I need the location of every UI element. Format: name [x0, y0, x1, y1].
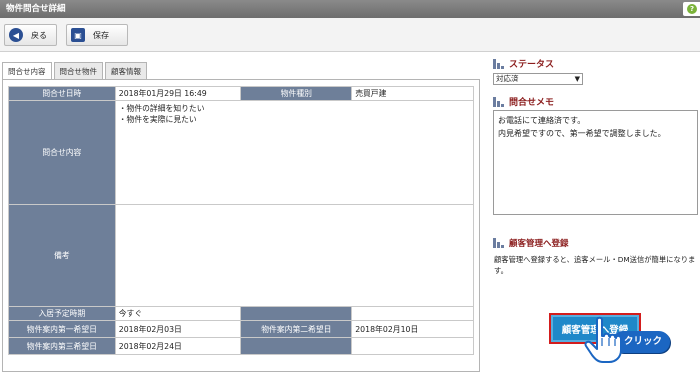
save-button[interactable]: ▣ 保存	[66, 24, 128, 46]
help-button[interactable]: ?	[683, 2, 700, 16]
customer-reg-description: 顧客管理へ登録すると、追客メール・DM送信が簡単になります。	[494, 255, 696, 275]
bar-chart-icon	[493, 96, 505, 107]
toolbar: ◀ 戻る ▣ 保存	[0, 18, 700, 52]
empty-label-cell	[240, 306, 353, 321]
inquiry-table: 問合せ日時 2018年01月29日 16:49 物件種別 売買戸建 問合せ内容 …	[8, 86, 475, 355]
bar-chart-icon	[493, 58, 505, 69]
save-label: 保存	[93, 30, 109, 40]
visit1-label: 物件案内第一希望日	[8, 320, 116, 338]
visit2-label: 物件案内第二希望日	[240, 320, 353, 338]
type-label: 物件種別	[240, 86, 353, 101]
visit1-value: 2018年02月03日	[114, 320, 242, 338]
content-label: 問合せ内容	[8, 100, 116, 205]
content-line: ・物件の詳細を知りたい	[118, 104, 205, 113]
memo-heading-text: 問合せメモ	[509, 98, 555, 108]
tab-customer-info[interactable]: 顧客情報	[105, 62, 147, 80]
bar-chart-icon	[493, 238, 505, 248]
memo-textarea[interactable]: お電話にて連絡済です。 内見希望ですので、第一希望で調整しました。	[493, 110, 698, 215]
window-title: 物件問合せ詳細	[6, 4, 66, 14]
move-in-value: 今すぐ	[114, 306, 242, 321]
customer-reg-heading-text: 顧客管理へ登録	[509, 239, 569, 249]
empty-label-cell	[240, 337, 353, 355]
customer-reg-heading: 顧客管理へ登録	[493, 237, 569, 249]
tab-inquiry-property[interactable]: 問合せ物件	[53, 62, 103, 80]
back-arrow-icon: ◀	[9, 28, 23, 42]
dropdown-arrow-icon: ▼	[574, 75, 580, 83]
back-button[interactable]: ◀ 戻る	[4, 24, 57, 46]
visit3-value: 2018年02月24日	[114, 337, 242, 355]
date-label: 問合せ日時	[8, 86, 116, 101]
status-selected-value: 対応済	[496, 74, 519, 83]
help-icon: ?	[687, 4, 697, 14]
inquiry-panel: 問合せ日時 2018年01月29日 16:49 物件種別 売買戸建 問合せ内容 …	[2, 79, 480, 372]
tab-bar: 問合せ内容 問合せ物件 顧客情報	[2, 62, 149, 81]
status-heading: ステータス	[493, 57, 554, 70]
status-select[interactable]: 対応済 ▼	[493, 73, 583, 85]
content-line: ・物件を実際に見たい	[118, 115, 197, 124]
window-titlebar: 物件問合せ詳細 ?	[0, 0, 700, 18]
pointing-hand-icon	[584, 316, 622, 363]
content-value: ・物件の詳細を知りたい ・物件を実際に見たい	[114, 100, 475, 205]
empty-value-cell	[351, 306, 474, 321]
memo-heading: 問合せメモ	[493, 95, 554, 108]
back-label: 戻る	[31, 30, 47, 40]
remarks-value	[114, 204, 475, 307]
type-value: 売買戸建	[351, 86, 474, 101]
date-value: 2018年01月29日 16:49	[114, 86, 242, 101]
visit3-label: 物件案内第三希望日	[8, 337, 116, 355]
remarks-label: 備考	[8, 204, 116, 307]
visit2-value: 2018年02月10日	[351, 320, 474, 338]
floppy-disk-icon: ▣	[71, 28, 85, 42]
status-heading-text: ステータス	[509, 60, 555, 70]
empty-value-cell	[351, 337, 474, 355]
move-in-label: 入居予定時期	[8, 306, 116, 321]
